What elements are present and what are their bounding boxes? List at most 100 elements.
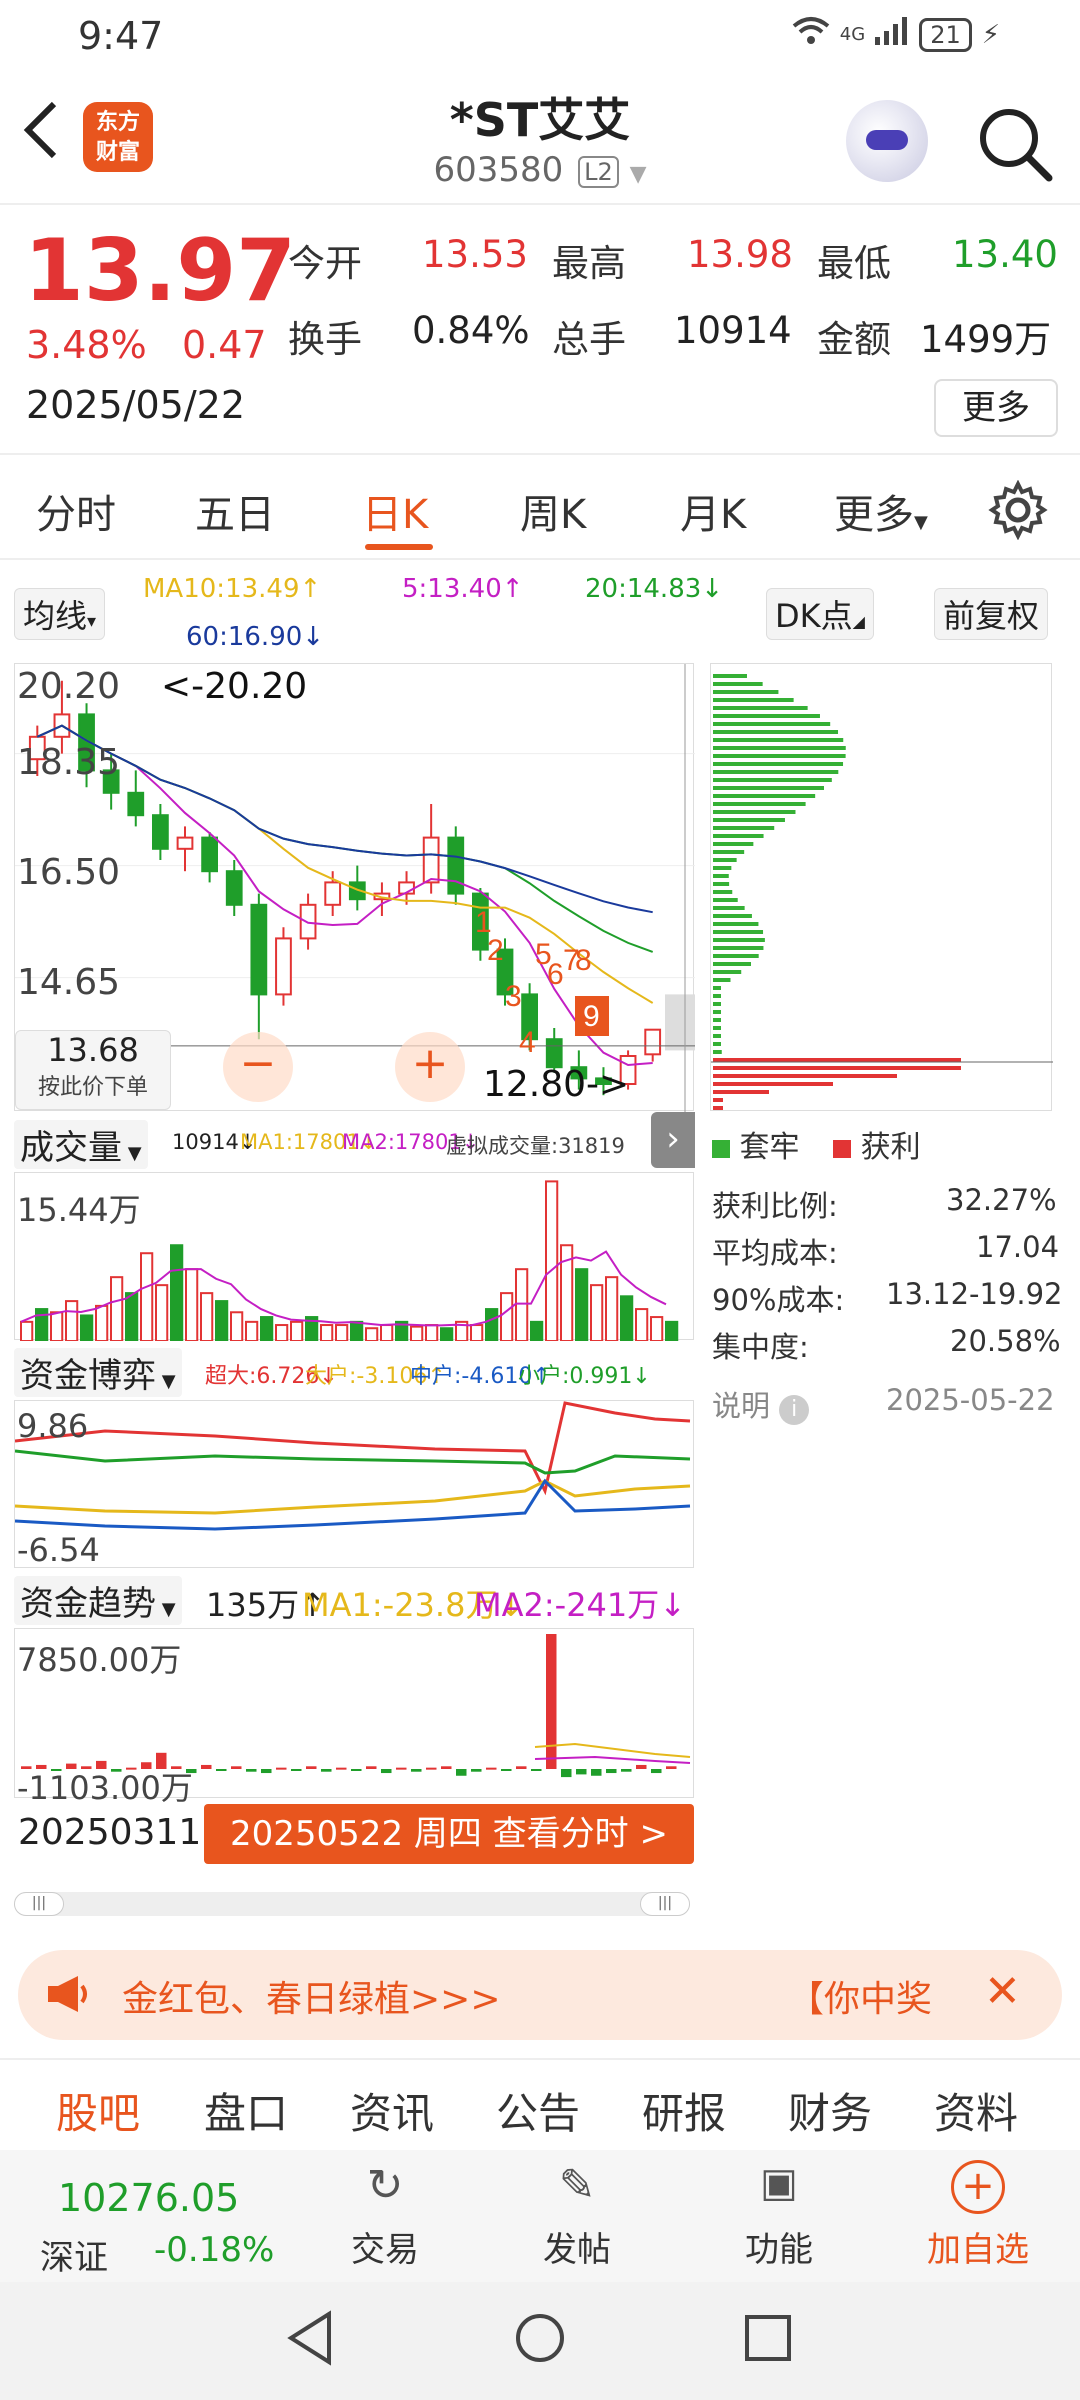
- tab-minute[interactable]: 分时: [36, 482, 116, 540]
- volume-indicator-select[interactable]: 成交量 ▼: [14, 1120, 148, 1169]
- trend-bar: [276, 1767, 287, 1770]
- tab-guba[interactable]: 股吧: [56, 2080, 140, 2141]
- volume-bar: [170, 1244, 184, 1342]
- trend-bar: [606, 1769, 617, 1774]
- system-nav-bar: [0, 2282, 1080, 2400]
- charging-icon: ⚡: [981, 19, 1000, 50]
- y-tick-1: 20.20: [17, 666, 121, 707]
- ma60-legend: 60:16.90↓: [186, 622, 325, 652]
- tab-profile[interactable]: 资料: [934, 2080, 1018, 2141]
- zoom-out-button[interactable]: −: [223, 1032, 293, 1102]
- trend-bar: [576, 1769, 587, 1775]
- post-button[interactable]: ✎ 发帖: [522, 2160, 632, 2280]
- marker-3: 3: [505, 980, 522, 1013]
- volume-bar: [230, 1311, 244, 1343]
- chip-bar-profit: [713, 1066, 961, 1070]
- chip-bar-trapped: [713, 1026, 721, 1030]
- change-percent: 3.48%: [26, 323, 147, 367]
- chip-bar-trapped: [713, 986, 721, 990]
- tab-news[interactable]: 资讯: [350, 2080, 434, 2141]
- panel-expand-arrow[interactable]: ›: [651, 1112, 695, 1168]
- battery-icon: 21: [919, 17, 972, 52]
- min-price-label: 12.80->: [483, 1064, 630, 1105]
- candle: [644, 1028, 662, 1056]
- volume-bar: [260, 1316, 274, 1342]
- cg-top-label: 9.86: [17, 1407, 89, 1445]
- capital-game-chart[interactable]: 9.86 -6.54: [14, 1400, 694, 1569]
- nav-recents-icon[interactable]: [744, 2314, 792, 2366]
- volume-bar: [650, 1316, 664, 1342]
- chip-bar-trapped: [713, 802, 806, 806]
- trend-bar: [441, 1766, 452, 1769]
- index-change: -0.18%: [154, 2230, 275, 2270]
- tab-research[interactable]: 研报: [642, 2080, 726, 2141]
- function-button[interactable]: ▣ 功能: [724, 2160, 834, 2280]
- view-intraday-button[interactable]: 20250522 周四 查看分时 >: [204, 1804, 694, 1864]
- scroll-handle-left[interactable]: |||: [14, 1892, 64, 1916]
- ma-select-button[interactable]: 均线▾: [14, 588, 106, 640]
- tab-pankou[interactable]: 盘口: [204, 2080, 288, 2141]
- volume-bar: [335, 1324, 349, 1342]
- explain-link[interactable]: 说明 i: [712, 1383, 810, 1425]
- tab-five-day[interactable]: 五日: [195, 482, 275, 540]
- tab-announcement[interactable]: 公告: [496, 2080, 580, 2141]
- trend-bar: [486, 1767, 497, 1770]
- high-value: 13.98: [687, 233, 793, 276]
- tab-more[interactable]: 更多▼: [834, 482, 928, 540]
- chart-scrollbar[interactable]: ||| |||: [14, 1892, 690, 1916]
- volume-chart[interactable]: 15.44万: [14, 1172, 694, 1343]
- chip-bar-trapped: [713, 826, 775, 830]
- zoom-in-button[interactable]: +: [395, 1032, 465, 1102]
- ai-assistant-avatar[interactable]: [846, 100, 928, 182]
- trend-bar: [216, 1769, 227, 1771]
- large-line: [14, 1479, 691, 1515]
- kline-chart[interactable]: 123456789 20.20 18.35 16.50 14.65 <-20.2…: [14, 663, 695, 1168]
- volume-bar: [50, 1311, 64, 1343]
- volume-bar: [635, 1308, 649, 1343]
- tab-monthly-k[interactable]: 月K: [680, 482, 746, 540]
- volume-bar: [20, 1320, 34, 1343]
- add-watch-button[interactable]: + 加自选: [908, 2160, 1048, 2280]
- promo-banner[interactable]: 金红包、春日绿植>>> 【你中奖 ✕: [18, 1950, 1062, 2040]
- more-quote-button[interactable]: 更多: [934, 379, 1058, 437]
- crosshair-price-box[interactable]: 13.68 按此价下单: [15, 1030, 171, 1110]
- trend-bar: [651, 1769, 662, 1774]
- volume-bar: [425, 1324, 439, 1342]
- capital-trend-chart[interactable]: 7850.00万 -1103.00万: [14, 1628, 694, 1807]
- adjust-button[interactable]: 前复权: [934, 588, 1049, 640]
- chip-bar-trapped: [713, 850, 745, 854]
- chip-bar-trapped: [713, 754, 846, 758]
- status-icons: 4G 21 ⚡: [792, 16, 1000, 53]
- gear-icon[interactable]: [988, 479, 1048, 541]
- trend-bar: [546, 1634, 557, 1769]
- marker-4: 4: [519, 1026, 536, 1059]
- volume-bar: [590, 1284, 604, 1342]
- nav-home-icon[interactable]: [514, 2312, 566, 2368]
- dk-point-button[interactable]: DK点◢: [766, 588, 874, 640]
- turnover-label: 换手: [288, 318, 362, 361]
- close-icon[interactable]: ✕: [984, 1966, 1021, 2017]
- ma5-line: [36, 724, 653, 1066]
- start-date: 20250311: [18, 1812, 202, 1853]
- chip-distribution[interactable]: [710, 663, 1053, 1111]
- chip-bar-trapped: [713, 730, 839, 734]
- search-icon[interactable]: [975, 104, 1055, 184]
- chevron-down-icon: ▼: [629, 162, 647, 187]
- signal-icon: [875, 17, 909, 52]
- tab-weekly-k[interactable]: 周K: [520, 482, 586, 540]
- capital-game-select[interactable]: 资金博弈 ▼: [14, 1348, 182, 1397]
- ma20-line: [36, 724, 654, 953]
- nav-back-icon[interactable]: [285, 2310, 335, 2370]
- trend-bar: [666, 1766, 677, 1769]
- tab-finance[interactable]: 财务: [788, 2080, 872, 2141]
- candle: [250, 903, 268, 996]
- chip-bar-profit: [713, 1090, 769, 1094]
- chip-bar-trapped: [713, 738, 844, 742]
- volume-bar: [215, 1300, 229, 1343]
- tab-daily-k[interactable]: 日K: [362, 482, 428, 540]
- index-widget[interactable]: 10276.05 深证 -0.18%: [0, 2150, 300, 2282]
- trade-button[interactable]: ↻ 交易: [330, 2160, 440, 2280]
- legend-profit: 获利: [860, 1130, 921, 1165]
- scroll-handle-right[interactable]: |||: [640, 1892, 690, 1916]
- capital-trend-select[interactable]: 资金趋势 ▼: [14, 1576, 182, 1625]
